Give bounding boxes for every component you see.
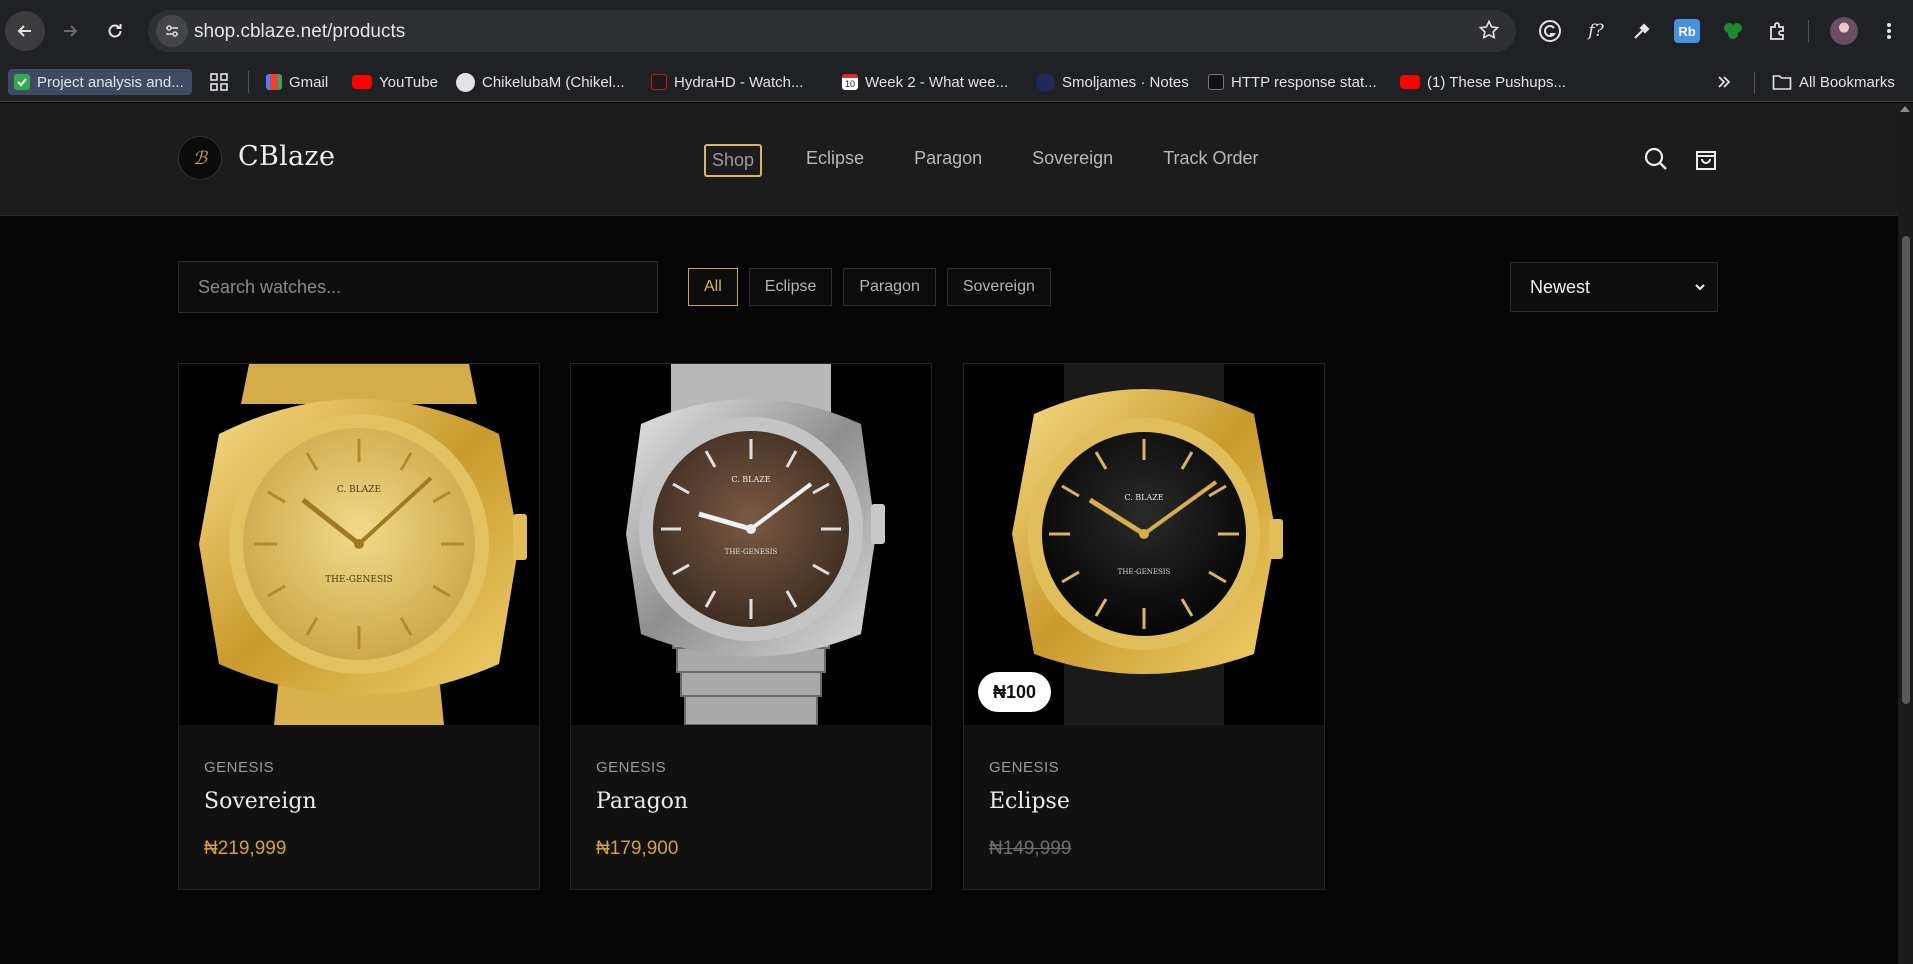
bookmarks-bar: Project analysis and... Gmail YouTube Ch… <box>0 62 1913 102</box>
all-bookmarks-folder[interactable]: All Bookmarks <box>1772 69 1895 95</box>
toolbar-divider <box>1808 20 1809 42</box>
youtube-icon <box>1400 75 1420 89</box>
product-category: GENESIS <box>989 759 1060 776</box>
chevron-down-icon <box>1695 284 1705 291</box>
brand-name[interactable]: CBlaze <box>238 141 335 172</box>
forward-button[interactable] <box>50 11 90 51</box>
product-image[interactable]: C. BLAZE THE-GENESIS ₦100 <box>964 364 1324 725</box>
nav-shop[interactable]: Shop <box>704 144 763 177</box>
profile-avatar[interactable] <box>1830 17 1858 45</box>
brand-logo[interactable]: ℬ <box>178 136 222 180</box>
rb-extension-icon[interactable]: Rb <box>1674 19 1700 43</box>
filter-chip-sovereign[interactable]: Sovereign <box>946 268 1051 306</box>
url-text: shop.cblaze.net/products <box>194 21 406 42</box>
reload-button[interactable] <box>95 11 135 51</box>
bookmark-http-status[interactable]: HTTP response stat... <box>1208 69 1377 95</box>
bookmark-star-icon[interactable] <box>1478 19 1500 46</box>
site-header: ℬ CBlaze Shop Eclipse Paragon Sovereign … <box>0 103 1898 216</box>
dial-brand-mark: C. BLAZE <box>1124 493 1163 502</box>
bookmark-smoljames[interactable]: Smoljames · Notes <box>1036 69 1189 95</box>
bookmark-week2[interactable]: 10 Week 2 - What wee... <box>842 69 1008 95</box>
filter-chip-all[interactable]: All <box>688 268 738 306</box>
folder-icon <box>1772 75 1792 90</box>
filter-chip-eclipse[interactable]: Eclipse <box>748 268 833 306</box>
product-name[interactable]: Sovereign <box>204 789 317 814</box>
dial-model-text: THE-GENESIS <box>1118 568 1171 576</box>
github-icon <box>456 72 475 92</box>
product-name[interactable]: Eclipse <box>989 789 1070 814</box>
grammarly-extension-icon[interactable] <box>1536 17 1564 45</box>
product-price: ₦219,999 <box>204 838 287 859</box>
back-button[interactable] <box>5 11 45 51</box>
more-bookmarks-chevron-icon[interactable] <box>1716 69 1732 95</box>
apps-grid-icon[interactable] <box>210 69 228 95</box>
gmail-icon <box>266 74 282 90</box>
nav-eclipse[interactable]: Eclipse <box>800 144 870 177</box>
address-bar[interactable]: shop.cblaze.net/products <box>148 10 1516 52</box>
clover-extension-icon[interactable] <box>1719 17 1747 45</box>
product-original-price: ₦149,999 <box>989 838 1072 859</box>
eyedropper-extension-icon[interactable] <box>1628 17 1656 45</box>
dial-brand-mark: C. BLAZE <box>731 475 770 484</box>
arrow-left-icon <box>17 25 31 37</box>
reload-icon <box>108 24 122 38</box>
search-input[interactable] <box>178 261 658 313</box>
price-badge: ₦100 <box>978 672 1052 712</box>
nav-track-order[interactable]: Track Order <box>1157 144 1264 177</box>
formula-extension-icon[interactable]: f? <box>1582 17 1610 45</box>
double-chevron-icon <box>1036 72 1055 92</box>
more-menu-icon[interactable] <box>1875 17 1903 45</box>
youtube-icon <box>352 75 372 89</box>
dial-brand-mark: C. BLAZE <box>337 485 381 495</box>
sort-value: Newest <box>1530 276 1591 297</box>
arrow-right-icon <box>64 25 78 37</box>
scroll-up-arrow-icon[interactable] <box>1900 106 1910 112</box>
bookmarks-divider <box>1754 72 1755 94</box>
product-card[interactable]: C. BLAZE THE-GENESIS ₦100 GENESIS Eclips… <box>963 363 1325 890</box>
cart-bag-icon[interactable] <box>1692 145 1720 173</box>
hydrahd-icon <box>651 74 667 90</box>
scrollbar-thumb[interactable] <box>1902 236 1910 704</box>
dial-model-text: THE-GENESIS <box>325 575 393 585</box>
bookmark-hydrahd[interactable]: HydraHD - Watch... <box>651 69 803 95</box>
product-card[interactable]: C. BLAZE THE-GENESIS GENESIS Sovereign ₦… <box>178 363 540 890</box>
mdn-icon <box>1208 74 1224 90</box>
sort-select[interactable]: Newest <box>1510 262 1718 312</box>
bookmark-gmail[interactable]: Gmail <box>266 69 328 95</box>
calendar-icon: 10 <box>842 74 858 90</box>
nav-sovereign[interactable]: Sovereign <box>1026 144 1119 177</box>
bookmarks-divider <box>248 71 249 93</box>
bookmark-github[interactable]: ChikelubaM (Chikel... <box>456 69 625 95</box>
product-category: GENESIS <box>204 759 275 776</box>
main-nav: Shop Eclipse Paragon Sovereign Track Ord… <box>704 144 1303 177</box>
browser-toolbar: shop.cblaze.net/products f? Rb <box>0 0 1913 62</box>
filter-chip-paragon[interactable]: Paragon <box>843 268 936 306</box>
product-name[interactable]: Paragon <box>596 789 688 814</box>
checkbox-icon <box>14 74 30 90</box>
category-filter-group: All Eclipse Paragon Sovereign <box>688 268 1051 306</box>
product-category: GENESIS <box>596 759 667 776</box>
site-info-icon[interactable] <box>156 15 188 47</box>
product-price: ₦179,900 <box>596 838 679 859</box>
bookmark-project-analysis[interactable]: Project analysis and... <box>8 69 192 95</box>
product-card[interactable]: C. BLAZE THE-GENESIS GENESIS Paragon ₦17… <box>570 363 932 890</box>
search-icon[interactable] <box>1642 145 1670 173</box>
nav-paragon[interactable]: Paragon <box>908 144 988 177</box>
bookmark-pushups[interactable]: (1) These Pushups... <box>1400 69 1566 95</box>
product-image[interactable]: C. BLAZE THE-GENESIS <box>571 364 931 725</box>
dial-model-text: THE-GENESIS <box>725 548 778 556</box>
product-image[interactable]: C. BLAZE THE-GENESIS <box>179 364 539 725</box>
bookmark-youtube[interactable]: YouTube <box>352 69 438 95</box>
extensions-puzzle-icon[interactable] <box>1764 17 1792 45</box>
